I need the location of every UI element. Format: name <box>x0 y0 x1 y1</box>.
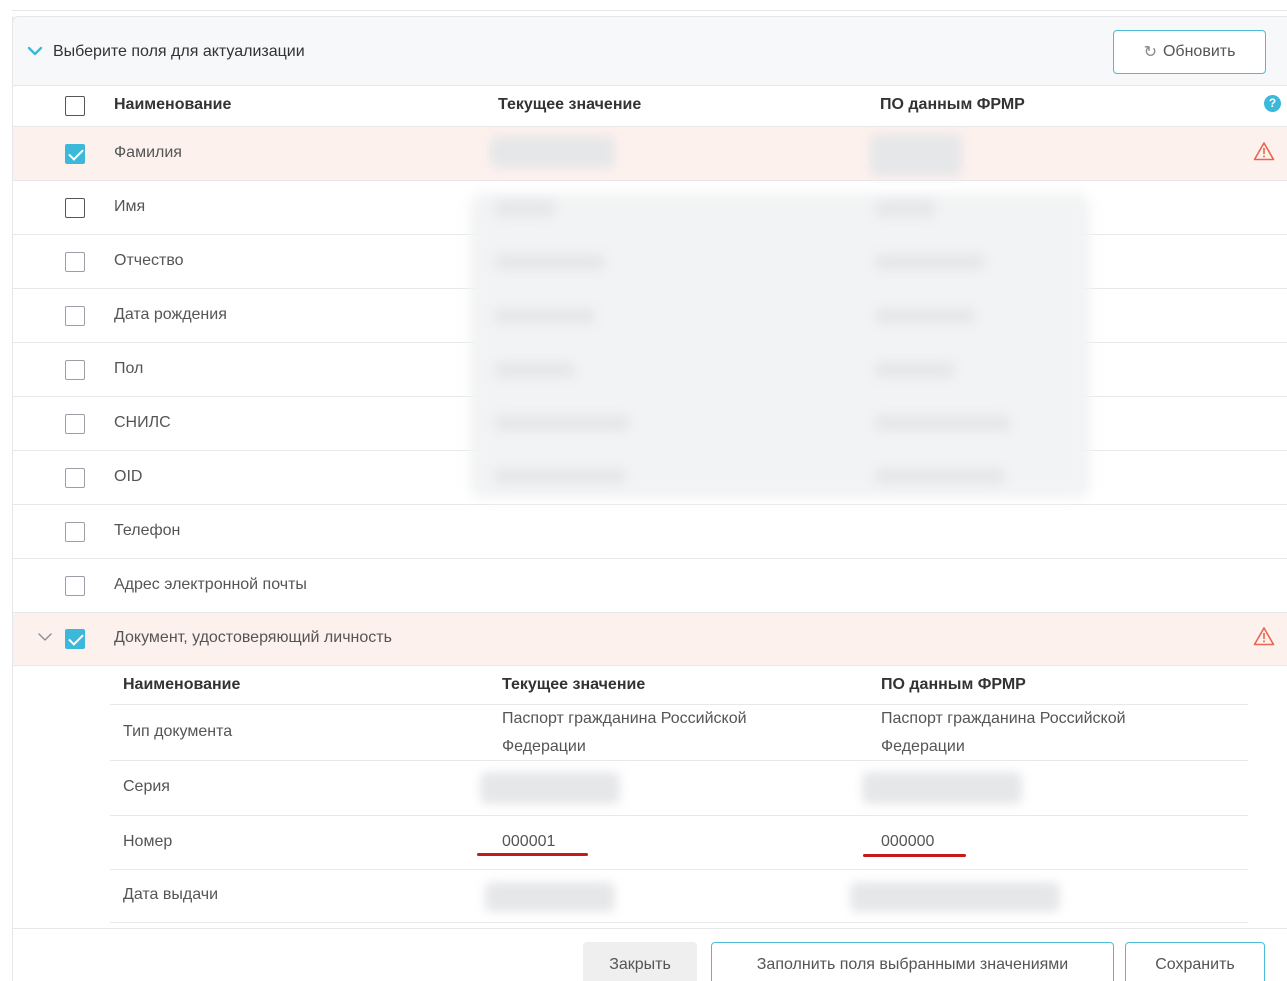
document-current-value: Паспорт гражданина Российской Федерации <box>502 710 747 755</box>
redacted-current-value <box>485 882 615 912</box>
warning-icon <box>1253 627 1275 646</box>
refresh-button[interactable]: ↻ Обновить <box>1113 30 1266 74</box>
row-checkbox[interactable] <box>65 306 85 326</box>
field-label: СНИЛС <box>114 414 171 431</box>
document-row[interactable]: Документ, удостоверяющий личность <box>13 613 1287 666</box>
document-checkbox[interactable] <box>65 629 85 649</box>
column-header-frmr: ПО данным ФРМР <box>881 676 1026 693</box>
row-checkbox[interactable] <box>65 576 85 596</box>
document-current-value: 000001 <box>502 833 556 850</box>
chevron-down-icon[interactable] <box>27 43 43 59</box>
redacted-frmr-value <box>875 468 1005 484</box>
table-row: Номер 000001 000000 <box>110 816 1248 870</box>
row-checkbox[interactable] <box>65 198 85 218</box>
redacted-frmr-value <box>875 254 985 270</box>
document-table-header: Наименование Текущее значение ПО данным … <box>110 666 1248 705</box>
redacted-current-value <box>495 254 605 270</box>
redacted-current-value <box>480 772 620 804</box>
document-field-name: Серия <box>123 778 170 795</box>
row-checkbox[interactable] <box>65 252 85 272</box>
refresh-icon: ↻ <box>1143 44 1157 61</box>
table-row: Серия <box>110 761 1248 816</box>
redacted-frmr-value <box>875 415 1010 431</box>
close-button[interactable]: Закрыть <box>583 942 697 981</box>
panel-header: Выберите поля для актуализации ↻ Обновит… <box>12 16 1287 86</box>
redacted-current-value <box>495 362 575 378</box>
column-header-name: Наименование <box>114 96 232 113</box>
document-field-name: Дата выдачи <box>123 886 219 903</box>
redacted-frmr-value <box>875 362 955 378</box>
redacted-current-value <box>495 201 555 217</box>
table-row: Адрес электронной почты <box>13 559 1287 613</box>
document-field-name: Номер <box>123 833 173 850</box>
redacted-frmr-value <box>862 772 1022 804</box>
row-checkbox[interactable] <box>65 144 85 164</box>
column-header-current: Текущее значение <box>502 676 646 693</box>
table-row: Телефон <box>13 505 1287 559</box>
redacted-current-value <box>495 308 595 324</box>
document-frmr-value: Паспорт гражданина Российской Федерации <box>881 710 1126 755</box>
redacted-frmr-value <box>870 134 962 176</box>
column-header-name: Наименование <box>123 676 241 693</box>
redacted-values-area <box>470 193 1090 498</box>
table-row: Тип документа Паспорт гражданина Российс… <box>110 705 1248 761</box>
fill-selected-values-button[interactable]: Заполнить поля выбранными значениями <box>711 942 1114 981</box>
top-divider <box>12 10 1287 11</box>
annotation-underline <box>863 854 966 857</box>
field-label: Телефон <box>114 522 181 539</box>
panel-title: Выберите поля для актуализации <box>53 43 305 60</box>
field-label: Пол <box>114 360 144 377</box>
row-checkbox[interactable] <box>65 360 85 380</box>
field-label: Фамилия <box>114 144 182 161</box>
redacted-current-value <box>495 468 625 484</box>
redacted-frmr-value <box>875 201 935 217</box>
field-label: Адрес электронной почты <box>114 576 307 593</box>
field-label: Имя <box>114 198 146 215</box>
refresh-button-label: Обновить <box>1162 43 1236 60</box>
field-label: Отчество <box>114 252 184 269</box>
field-label: Дата рождения <box>114 306 227 323</box>
select-all-checkbox[interactable] <box>65 96 85 116</box>
document-field-name: Тип документа <box>123 723 233 740</box>
column-header-frmr: ПО данным ФРМР <box>880 96 1025 113</box>
row-checkbox[interactable] <box>65 414 85 434</box>
table-header: Наименование Текущее значение ПО данным … <box>13 86 1287 127</box>
row-checkbox[interactable] <box>65 522 85 542</box>
redacted-frmr-value <box>875 308 975 324</box>
warning-icon <box>1253 142 1275 161</box>
footer-divider <box>12 928 1287 929</box>
document-frmr-value: 000000 <box>881 833 935 850</box>
field-label: OID <box>114 468 143 485</box>
table-row: Дата выдачи <box>110 870 1248 923</box>
document-label: Документ, удостоверяющий личность <box>114 629 392 646</box>
help-icon[interactable]: ? <box>1264 95 1281 112</box>
table-row: Фамилия <box>13 127 1287 181</box>
redacted-current-value <box>495 415 630 431</box>
column-header-current: Текущее значение <box>498 96 642 113</box>
save-button[interactable]: Сохранить <box>1125 942 1265 981</box>
annotation-underline <box>477 853 588 856</box>
redacted-frmr-value <box>850 882 1060 912</box>
chevron-down-icon[interactable] <box>37 629 53 645</box>
redacted-current-value <box>490 136 615 168</box>
row-checkbox[interactable] <box>65 468 85 488</box>
